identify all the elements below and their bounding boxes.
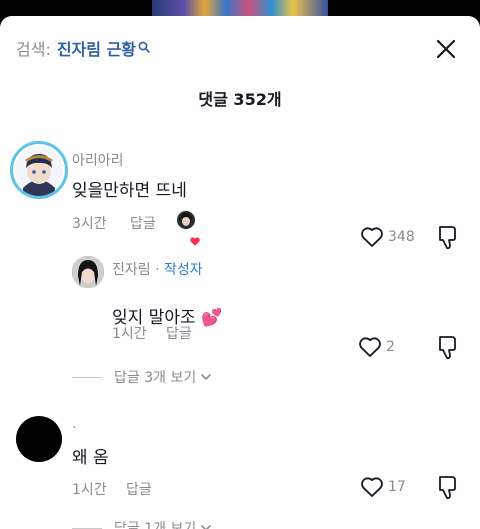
heart-outline-icon[interactable] xyxy=(360,226,384,248)
view-replies-button[interactable]: 답글 3개 보기 xyxy=(72,367,212,387)
divider xyxy=(72,376,102,378)
separator: · xyxy=(150,262,164,278)
avatar[interactable] xyxy=(10,141,68,199)
comment-time: 3시간 xyxy=(72,216,107,232)
view-replies-button[interactable]: 답글 1개 보기 xyxy=(72,518,212,529)
comment-username[interactable]: 아리아리 xyxy=(72,150,124,170)
like-count: 17 xyxy=(388,479,406,495)
heart-outline-icon[interactable] xyxy=(358,336,382,358)
search-prefix: 검색: xyxy=(16,40,51,59)
comment-time: 1시간 xyxy=(112,326,147,342)
avatar[interactable] xyxy=(72,256,104,288)
view-replies-label: 답글 1개 보기 xyxy=(114,521,197,529)
search-term[interactable]: 진자림 근황 xyxy=(57,36,136,60)
close-button[interactable] xyxy=(434,37,458,61)
author-badge: 작성자 xyxy=(164,262,203,278)
search-icon xyxy=(138,38,150,53)
like-count: 2 xyxy=(386,339,395,355)
comment-text: 잊을만하면 뜨네 xyxy=(72,181,187,201)
comment-count: 댓글 352개 xyxy=(198,90,282,109)
view-replies-label: 답글 3개 보기 xyxy=(114,370,197,386)
avatar[interactable] xyxy=(16,416,62,462)
divider xyxy=(72,527,102,529)
reply-username[interactable]: 진자림 xyxy=(112,262,151,278)
comment-text: 왜 옴 xyxy=(72,448,109,468)
chevron-down-icon xyxy=(201,374,212,381)
thumbs-down-icon[interactable] xyxy=(436,335,460,361)
thumbs-down-icon[interactable] xyxy=(436,475,460,501)
comment-username[interactable]: . xyxy=(72,416,76,432)
close-icon xyxy=(436,39,456,59)
reply-button[interactable]: 답글 xyxy=(126,479,152,499)
comment-time: 1시간 xyxy=(72,482,107,498)
thumbs-down-icon[interactable] xyxy=(436,225,460,251)
search-suggestion[interactable]: 검색: 진자림 근황 xyxy=(16,36,150,60)
like-count: 348 xyxy=(388,229,415,245)
comment-username[interactable]: 진자림 · 작성자 xyxy=(112,259,203,279)
heart-outline-icon[interactable] xyxy=(360,476,384,498)
creator-liked-avatar xyxy=(177,211,195,229)
chevron-down-icon xyxy=(201,525,212,529)
comments-sheet: 검색: 진자림 근황 댓글 352개 아리아리 잊을만하면 뜨네 3시간 답글 xyxy=(0,16,480,529)
reply-button[interactable]: 답글 xyxy=(130,213,156,233)
reply-button[interactable]: 답글 xyxy=(166,323,192,343)
creator-liked-heart-icon xyxy=(189,236,201,247)
